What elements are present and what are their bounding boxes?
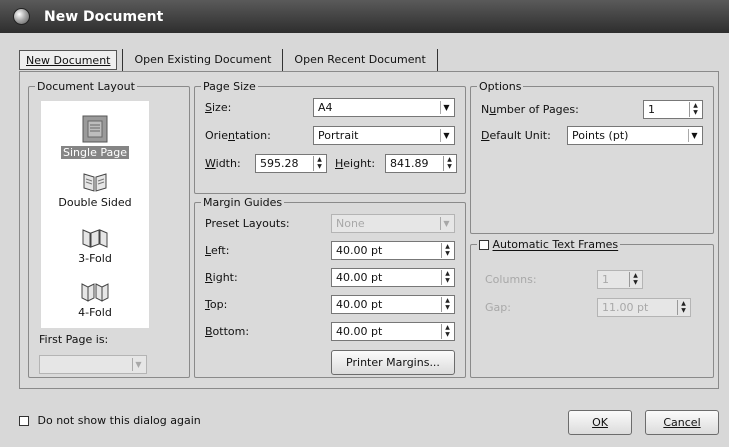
chevron-down-icon: ▼ bbox=[688, 129, 700, 142]
height-spinbox[interactable]: 841.89 ▲ ▼ bbox=[385, 154, 457, 173]
spin-arrows-icon[interactable]: ▲ ▼ bbox=[677, 300, 689, 315]
spin-arrows-icon[interactable]: ▲ ▼ bbox=[313, 156, 325, 171]
double-sided-icon bbox=[83, 173, 107, 192]
options-legend: Options bbox=[479, 80, 522, 93]
gap-spinbox[interactable]: 11.00 pt ▲ ▼ bbox=[597, 298, 691, 317]
columns-label: Columns: bbox=[485, 273, 537, 286]
document-layout-group: Document Layout Single Page Double Sided… bbox=[28, 80, 190, 378]
orientation-value: Portrait bbox=[318, 129, 359, 142]
spin-arrows-icon[interactable]: ▲ ▼ bbox=[689, 102, 701, 117]
layout-item-4-fold[interactable]: 4-Fold bbox=[41, 281, 149, 319]
app-icon bbox=[13, 8, 30, 25]
height-value: 841.89 bbox=[390, 157, 429, 170]
printer-margins-button[interactable]: Printer Margins... bbox=[331, 350, 455, 375]
page-size-legend: Page Size bbox=[203, 80, 256, 93]
layout-label-single-page: Single Page bbox=[61, 146, 129, 159]
ok-button[interactable]: OK bbox=[568, 410, 632, 435]
width-value: 595.28 bbox=[260, 157, 299, 170]
preset-layouts-combo[interactable]: None ▼ bbox=[331, 214, 455, 233]
cancel-button[interactable]: Cancel bbox=[645, 410, 719, 435]
top-margin-label: Top: bbox=[205, 298, 228, 311]
gap-value: 11.00 pt bbox=[602, 301, 649, 314]
first-page-label: First Page is: bbox=[39, 333, 109, 346]
right-margin-spinbox[interactable]: 40.00 pt ▲ ▼ bbox=[331, 268, 455, 287]
tab-bar: New Document Open Existing Document Open… bbox=[19, 47, 443, 73]
chevron-down-icon: ▼ bbox=[132, 358, 144, 371]
size-value: A4 bbox=[318, 101, 333, 114]
right-margin-value: 40.00 pt bbox=[336, 271, 383, 284]
default-unit-label: Default Unit: bbox=[481, 129, 551, 142]
automatic-text-frames-group: Automatic Text Frames Columns: 1 ▲ ▼ Gap:… bbox=[470, 238, 714, 378]
size-combo[interactable]: A4 ▼ bbox=[313, 98, 455, 117]
number-of-pages-label: Number of Pages: bbox=[481, 103, 579, 116]
cancel-label: Cancel bbox=[663, 416, 701, 429]
width-label: Width: bbox=[205, 157, 241, 170]
spin-arrows-icon[interactable]: ▲ ▼ bbox=[441, 324, 453, 339]
bottom-margin-spinbox[interactable]: 40.00 pt ▲ ▼ bbox=[331, 322, 455, 341]
orientation-combo[interactable]: Portrait ▼ bbox=[313, 126, 455, 145]
spin-arrows-icon[interactable]: ▲ ▼ bbox=[441, 297, 453, 312]
three-fold-icon bbox=[82, 229, 108, 248]
left-margin-label: Left: bbox=[205, 244, 230, 257]
tab-panel: Document Layout Single Page Double Sided… bbox=[19, 71, 719, 389]
tab-separator bbox=[122, 49, 124, 71]
gap-label: Gap: bbox=[485, 301, 511, 314]
title-bar: New Document bbox=[0, 0, 729, 33]
spin-arrows-icon[interactable]: ▲ ▼ bbox=[441, 243, 453, 258]
number-of-pages-value: 1 bbox=[648, 103, 655, 116]
layout-list[interactable]: Single Page Double Sided 3-Fold 4-Fold bbox=[41, 101, 149, 328]
chevron-down-icon: ▼ bbox=[440, 129, 452, 142]
automatic-text-frames-checkbox[interactable] bbox=[479, 240, 489, 250]
layout-label-4-fold: 4-Fold bbox=[78, 306, 112, 319]
tab-separator bbox=[436, 49, 438, 71]
tab-open-recent-document[interactable]: Open Recent Document bbox=[288, 50, 431, 70]
width-spinbox[interactable]: 595.28 ▲ ▼ bbox=[255, 154, 327, 173]
first-page-combo[interactable]: ▼ bbox=[39, 355, 147, 374]
size-label: Size: bbox=[205, 101, 232, 114]
document-layout-legend: Document Layout bbox=[37, 80, 135, 93]
preset-layouts-value: None bbox=[336, 217, 365, 230]
spin-arrows-icon[interactable]: ▲ ▼ bbox=[441, 270, 453, 285]
chevron-down-icon: ▼ bbox=[440, 217, 452, 230]
height-label: Height: bbox=[335, 157, 376, 170]
layout-item-double-sided[interactable]: Double Sided bbox=[41, 171, 149, 209]
columns-value: 1 bbox=[602, 273, 609, 286]
columns-spinbox[interactable]: 1 ▲ ▼ bbox=[597, 270, 643, 289]
tab-separator bbox=[282, 49, 284, 71]
dont-show-checkbox[interactable] bbox=[19, 416, 29, 426]
default-unit-value: Points (pt) bbox=[572, 129, 629, 142]
preset-layouts-label: Preset Layouts: bbox=[205, 217, 290, 230]
bottom-margin-value: 40.00 pt bbox=[336, 325, 383, 338]
automatic-text-frames-legend[interactable]: Automatic Text Frames bbox=[477, 238, 620, 251]
tab-new-document[interactable]: New Document bbox=[19, 50, 118, 70]
margin-guides-legend: Margin Guides bbox=[203, 196, 283, 209]
layout-label-3-fold: 3-Fold bbox=[78, 252, 112, 265]
bottom-margin-label: Bottom: bbox=[205, 325, 250, 338]
options-group: Options Number of Pages: 1 ▲ ▼ Default Un… bbox=[470, 80, 714, 234]
number-of-pages-spinbox[interactable]: 1 ▲ ▼ bbox=[643, 100, 703, 119]
left-margin-value: 40.00 pt bbox=[336, 244, 383, 257]
ok-label: OK bbox=[592, 416, 608, 429]
automatic-text-frames-label: Automatic Text Frames bbox=[492, 238, 619, 251]
dont-show-label: Do not show this dialog again bbox=[37, 414, 201, 427]
single-page-icon bbox=[82, 115, 108, 143]
left-margin-spinbox[interactable]: 40.00 pt ▲ ▼ bbox=[331, 241, 455, 260]
page-size-group: Page Size Size: A4 ▼ Orientation: Portra… bbox=[194, 80, 466, 194]
window-title: New Document bbox=[44, 8, 164, 25]
margin-guides-group: Margin Guides Preset Layouts: None ▼ Lef… bbox=[194, 196, 466, 378]
chevron-down-icon: ▼ bbox=[440, 101, 452, 114]
layout-item-3-fold[interactable]: 3-Fold bbox=[41, 227, 149, 265]
layout-label-double-sided: Double Sided bbox=[58, 196, 132, 209]
spin-arrows-icon[interactable]: ▲ ▼ bbox=[443, 156, 455, 171]
top-margin-spinbox[interactable]: 40.00 pt ▲ ▼ bbox=[331, 295, 455, 314]
spin-arrows-icon[interactable]: ▲ ▼ bbox=[629, 272, 641, 287]
layout-item-single-page[interactable]: Single Page bbox=[41, 115, 149, 159]
orientation-label: Orientation: bbox=[205, 129, 271, 142]
right-margin-label: Right: bbox=[205, 271, 238, 284]
four-fold-icon bbox=[81, 283, 109, 302]
default-unit-combo[interactable]: Points (pt) ▼ bbox=[567, 126, 703, 145]
tab-open-existing-document[interactable]: Open Existing Document bbox=[128, 50, 277, 70]
top-margin-value: 40.00 pt bbox=[336, 298, 383, 311]
dont-show-row[interactable]: Do not show this dialog again bbox=[19, 414, 201, 427]
